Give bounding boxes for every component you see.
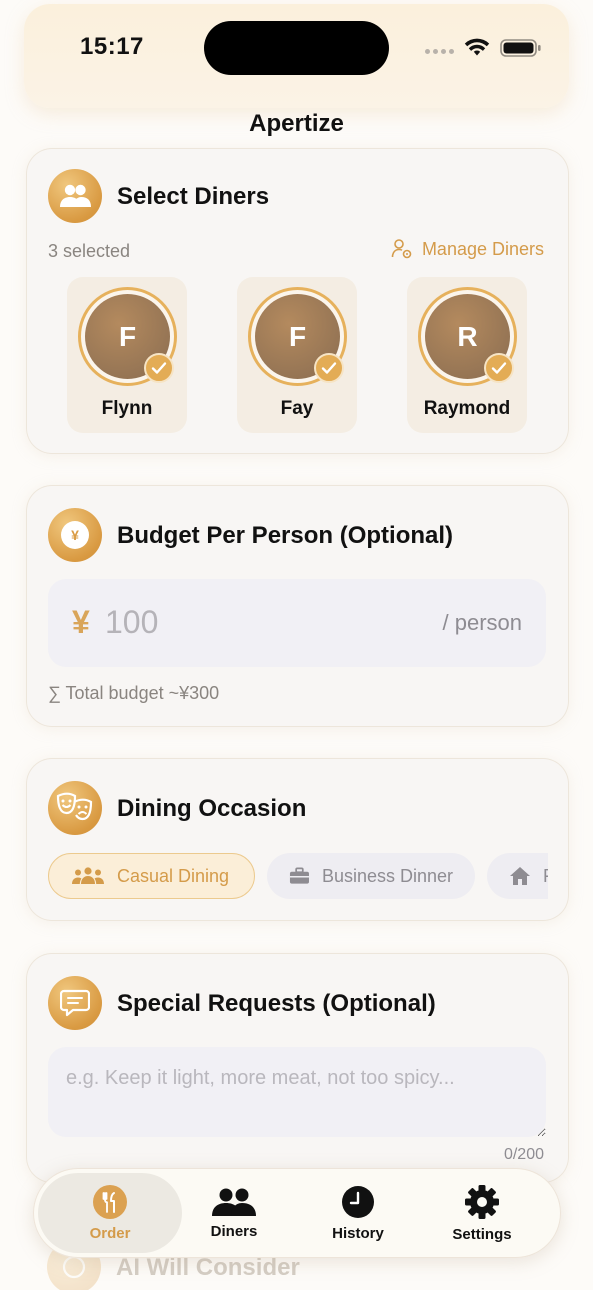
- people-icon: [212, 1188, 256, 1216]
- budget-card: ¥ Budget Per Person (Optional) ¥ 100 / p…: [26, 485, 569, 727]
- fork-knife-icon: [93, 1184, 127, 1219]
- tab-settings[interactable]: Settings: [410, 1173, 554, 1253]
- page-title: Apertize: [249, 110, 344, 137]
- character-counter: 0/200: [503, 1146, 544, 1163]
- tab-order[interactable]: Order: [38, 1173, 182, 1253]
- wifi-icon: [464, 38, 490, 56]
- checkmark-icon: [314, 353, 344, 383]
- tab-bar: Order Diners History Settings: [33, 1168, 561, 1258]
- checkmark-icon: [484, 353, 514, 383]
- budget-section-title: Budget Per Person (Optional): [117, 522, 454, 549]
- person-settings-icon: [391, 239, 412, 259]
- diner-tile-fay[interactable]: F Fay: [237, 277, 357, 433]
- chip-casual-dining[interactable]: Casual Dining: [48, 853, 255, 899]
- svg-text:¥: ¥: [71, 527, 79, 543]
- chat-bubble-icon: [48, 976, 102, 1030]
- ai-consider-title: AI Will Consider: [116, 1254, 300, 1281]
- diners-section-title: Select Diners: [117, 183, 270, 210]
- group-icon: [72, 867, 104, 884]
- occasion-chip-row[interactable]: Casual Dining Business Dinner F: [48, 853, 548, 901]
- diners-selected-count: 3 selected: [48, 241, 131, 261]
- theater-masks-icon: [48, 781, 102, 835]
- special-requests-input[interactable]: [48, 1047, 546, 1137]
- gear-icon: [465, 1184, 499, 1219]
- budget-placeholder: 100: [105, 604, 159, 640]
- diner-name: Flynn: [101, 398, 153, 419]
- chip-label: Business Dinner: [321, 865, 453, 886]
- battery-icon: [500, 39, 541, 57]
- diner-tile-flynn[interactable]: F Flynn: [67, 277, 187, 433]
- total-budget-text: ∑ Total budget ~¥300: [48, 683, 220, 703]
- checkmark-icon: [144, 353, 174, 383]
- requests-section-title: Special Requests (Optional): [117, 990, 436, 1017]
- diner-name: Raymond: [423, 398, 511, 419]
- tab-history[interactable]: History: [286, 1173, 430, 1253]
- budget-input[interactable]: ¥ 100 / person: [48, 579, 546, 667]
- tab-label: Diners: [210, 1222, 258, 1240]
- dining-occasion-card: Dining Occasion Casual Dining Business D…: [26, 758, 569, 921]
- dynamic-island: [204, 21, 389, 75]
- chip-label: Casual Dining: [117, 865, 230, 886]
- house-icon: [510, 867, 530, 885]
- chip-business-dinner[interactable]: Business Dinner: [267, 853, 475, 899]
- app-screen: 15:17 Apertize Select Diners 3 selected: [0, 0, 593, 1290]
- diner-tile-raymond[interactable]: R Raymond: [407, 277, 527, 433]
- tab-label: Settings: [452, 1225, 512, 1243]
- manage-diners-label: Manage Diners: [421, 238, 544, 259]
- briefcase-icon: [289, 867, 309, 884]
- budget-unit: / person: [442, 610, 523, 635]
- manage-diners-button[interactable]: Manage Diners: [391, 238, 544, 260]
- cellular-signal-icon: [425, 49, 454, 54]
- yen-coin-icon: ¥: [48, 508, 102, 562]
- status-time: 15:17: [80, 33, 144, 60]
- tab-label: History: [332, 1224, 384, 1242]
- currency-symbol: ¥: [72, 604, 90, 640]
- tab-diners[interactable]: Diners: [162, 1173, 306, 1253]
- diner-name: Fay: [280, 398, 314, 419]
- occasion-section-title: Dining Occasion: [117, 795, 307, 822]
- chip-home[interactable]: F: [487, 853, 548, 899]
- tab-label: Order: [89, 1224, 131, 1242]
- select-diners-card: Select Diners 3 selected Manage Diners F…: [26, 148, 569, 454]
- special-requests-card: Special Requests (Optional) 0/200: [26, 953, 569, 1183]
- clock-icon: [342, 1185, 374, 1218]
- diners-section-icon: [48, 169, 102, 223]
- chip-label: F: [543, 866, 548, 887]
